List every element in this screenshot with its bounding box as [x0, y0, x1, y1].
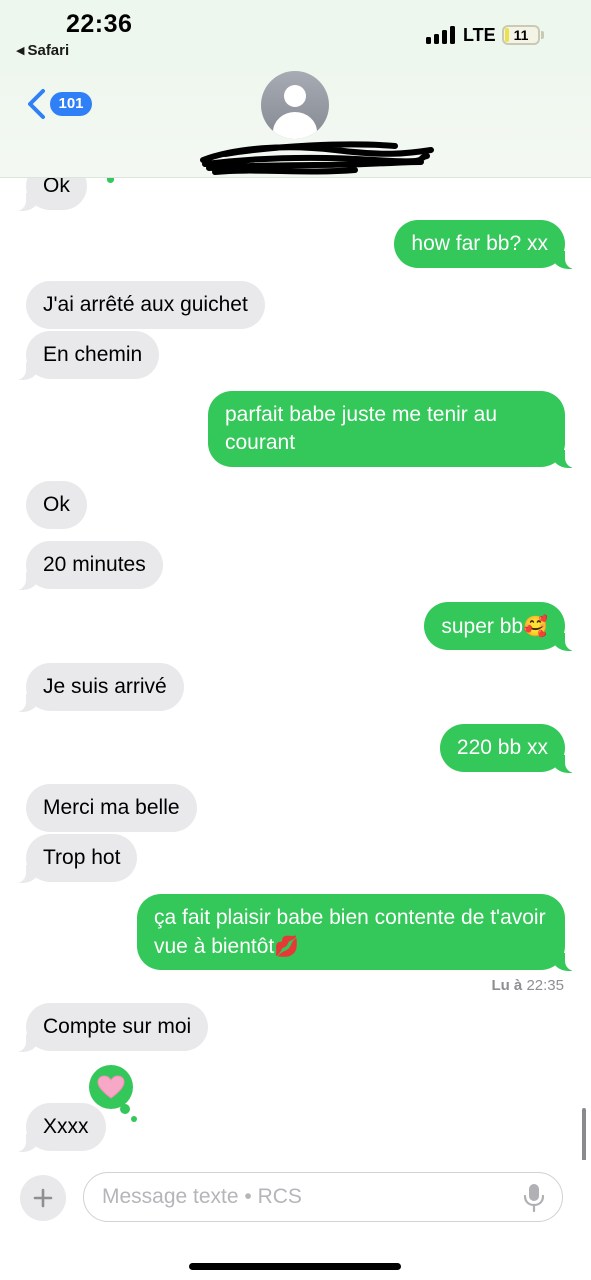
- cellular-signal-icon: [426, 26, 458, 44]
- microphone-icon[interactable]: [522, 1183, 546, 1213]
- message-received[interactable]: Merci ma belle: [26, 784, 197, 832]
- scrollbar[interactable]: [582, 1108, 586, 1160]
- home-indicator[interactable]: [189, 1263, 401, 1270]
- back-triangle-icon: ◀: [16, 45, 25, 57]
- tapback-dot: [131, 1116, 137, 1122]
- chevron-left-icon: [28, 89, 45, 119]
- back-app-label: Safari: [27, 42, 70, 59]
- message-text: how far bb? xx: [411, 232, 548, 255]
- message-received[interactable]: Ok: [26, 481, 87, 529]
- message-received[interactable]: J'ai arrêté aux guichet: [26, 281, 265, 329]
- message-received[interactable]: En chemin: [0, 331, 160, 380]
- kiss-mark-emoji: 💋: [274, 934, 300, 958]
- message-text: ça fait plaisir babe bien contente de t'…: [154, 906, 546, 958]
- battery-level: 11: [513, 27, 529, 43]
- message-received[interactable]: Je suis arrivé: [0, 663, 184, 712]
- message-received[interactable]: Trop hot: [0, 834, 138, 883]
- message-received[interactable]: Compte sur moi: [0, 1003, 209, 1052]
- message-text: En chemin: [43, 343, 143, 366]
- battery-cap: [541, 31, 544, 39]
- message-text: Compte sur moi: [43, 1015, 192, 1038]
- message-text: Merci ma belle: [43, 796, 180, 819]
- back-to-safari-link[interactable]: ◀ Safari: [16, 42, 69, 59]
- redacted-contact-name: [200, 141, 434, 175]
- message-text: 220 bb xx: [456, 736, 548, 759]
- message-sent[interactable]: 220 bb xx: [439, 724, 591, 773]
- network-type: LTE: [463, 25, 496, 45]
- avatar-head: [284, 85, 306, 107]
- read-receipt: Lu à 22:35: [491, 977, 564, 994]
- read-receipt-time: 22:35: [526, 977, 564, 994]
- plus-icon: [33, 1188, 53, 1208]
- message-text: super bb: [441, 615, 524, 638]
- message-text: parfait babe juste me tenir au courant: [225, 403, 497, 454]
- message-text: Je suis arrivé: [43, 675, 167, 698]
- contact-avatar[interactable]: [261, 71, 329, 139]
- message-text: Ok: [43, 493, 70, 516]
- read-receipt-label: Lu à: [491, 977, 523, 994]
- message-text: Ok: [43, 178, 70, 197]
- back-button[interactable]: 101: [18, 86, 98, 122]
- clock: 22:36: [66, 10, 133, 38]
- message-received[interactable]: Xxxx: [0, 1103, 106, 1152]
- status-bar: 22:36 ◀ Safari LTE 11: [0, 0, 591, 64]
- message-sent[interactable]: ça fait plaisir babe bien contente de t'…: [137, 894, 591, 971]
- message-sent[interactable]: how far bb? xx: [394, 220, 591, 269]
- tapback-dot: [120, 1104, 130, 1114]
- message-text: 20 minutes: [43, 553, 146, 576]
- unread-count-badge: 101: [50, 92, 92, 116]
- battery-icon: 11: [502, 25, 540, 45]
- conversation-header: 101: [0, 64, 591, 178]
- heart-icon: [97, 1075, 125, 1099]
- message-text: Xxxx: [43, 1115, 89, 1138]
- composer: [0, 1160, 591, 1280]
- add-attachment-button[interactable]: [20, 1175, 66, 1221]
- message-sent[interactable]: parfait babe juste me tenir au courant: [208, 391, 591, 468]
- heart-tapback[interactable]: [89, 1065, 133, 1109]
- message-received[interactable]: Ok: [0, 178, 87, 211]
- message-sent[interactable]: super bb🥰: [424, 602, 591, 651]
- smiling-face-hearts-emoji: 🥰: [523, 614, 548, 638]
- message-text: J'ai arrêté aux guichet: [43, 293, 248, 316]
- message-received[interactable]: 20 minutes: [0, 541, 163, 590]
- tapback-dot: [107, 178, 114, 183]
- message-list[interactable]: Ok how far bb? xx J'ai arrêté aux guiche…: [0, 178, 591, 1160]
- message-input[interactable]: [83, 1172, 563, 1222]
- message-text: Trop hot: [43, 846, 121, 869]
